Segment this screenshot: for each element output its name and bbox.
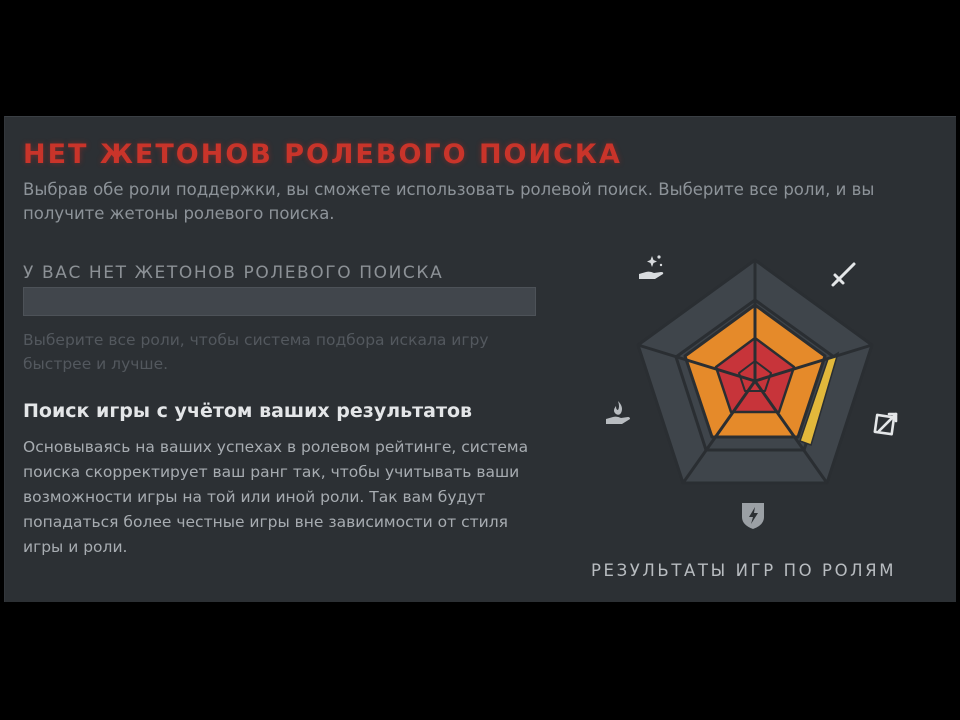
panel-title: НЕТ ЖЕТОНОВ РОЛЕВОГО ПОИСКА [23,139,622,170]
tokens-heading: У ВАС НЕТ ЖЕТОНОВ РОЛЕВОГО ПОИСКА [23,263,444,283]
panel-subtitle: Выбрав обе роли поддержки, вы сможете ис… [23,180,875,223]
lightning-shield-icon [742,503,764,529]
role-search-panel: НЕТ ЖЕТОНОВ РОЛЕВОГО ПОИСКА Выбрав обе р… [4,116,956,602]
sword-icon [831,262,856,287]
section-body: Основываясь на ваших успехах в ролевом р… [23,438,529,556]
section-heading: Поиск игры с учётом ваших результатов [23,400,473,422]
shield-arrow-icon [873,412,898,436]
hand-flame-icon [606,401,630,424]
hand-sparkle-icon [639,255,664,279]
token-progress-bar [23,287,536,316]
role-results-label: РЕЗУЛЬТАТЫ ИГР ПО РОЛЯМ [591,561,897,580]
role-hint-text: Выберите все роли, чтобы система подбора… [23,331,489,373]
